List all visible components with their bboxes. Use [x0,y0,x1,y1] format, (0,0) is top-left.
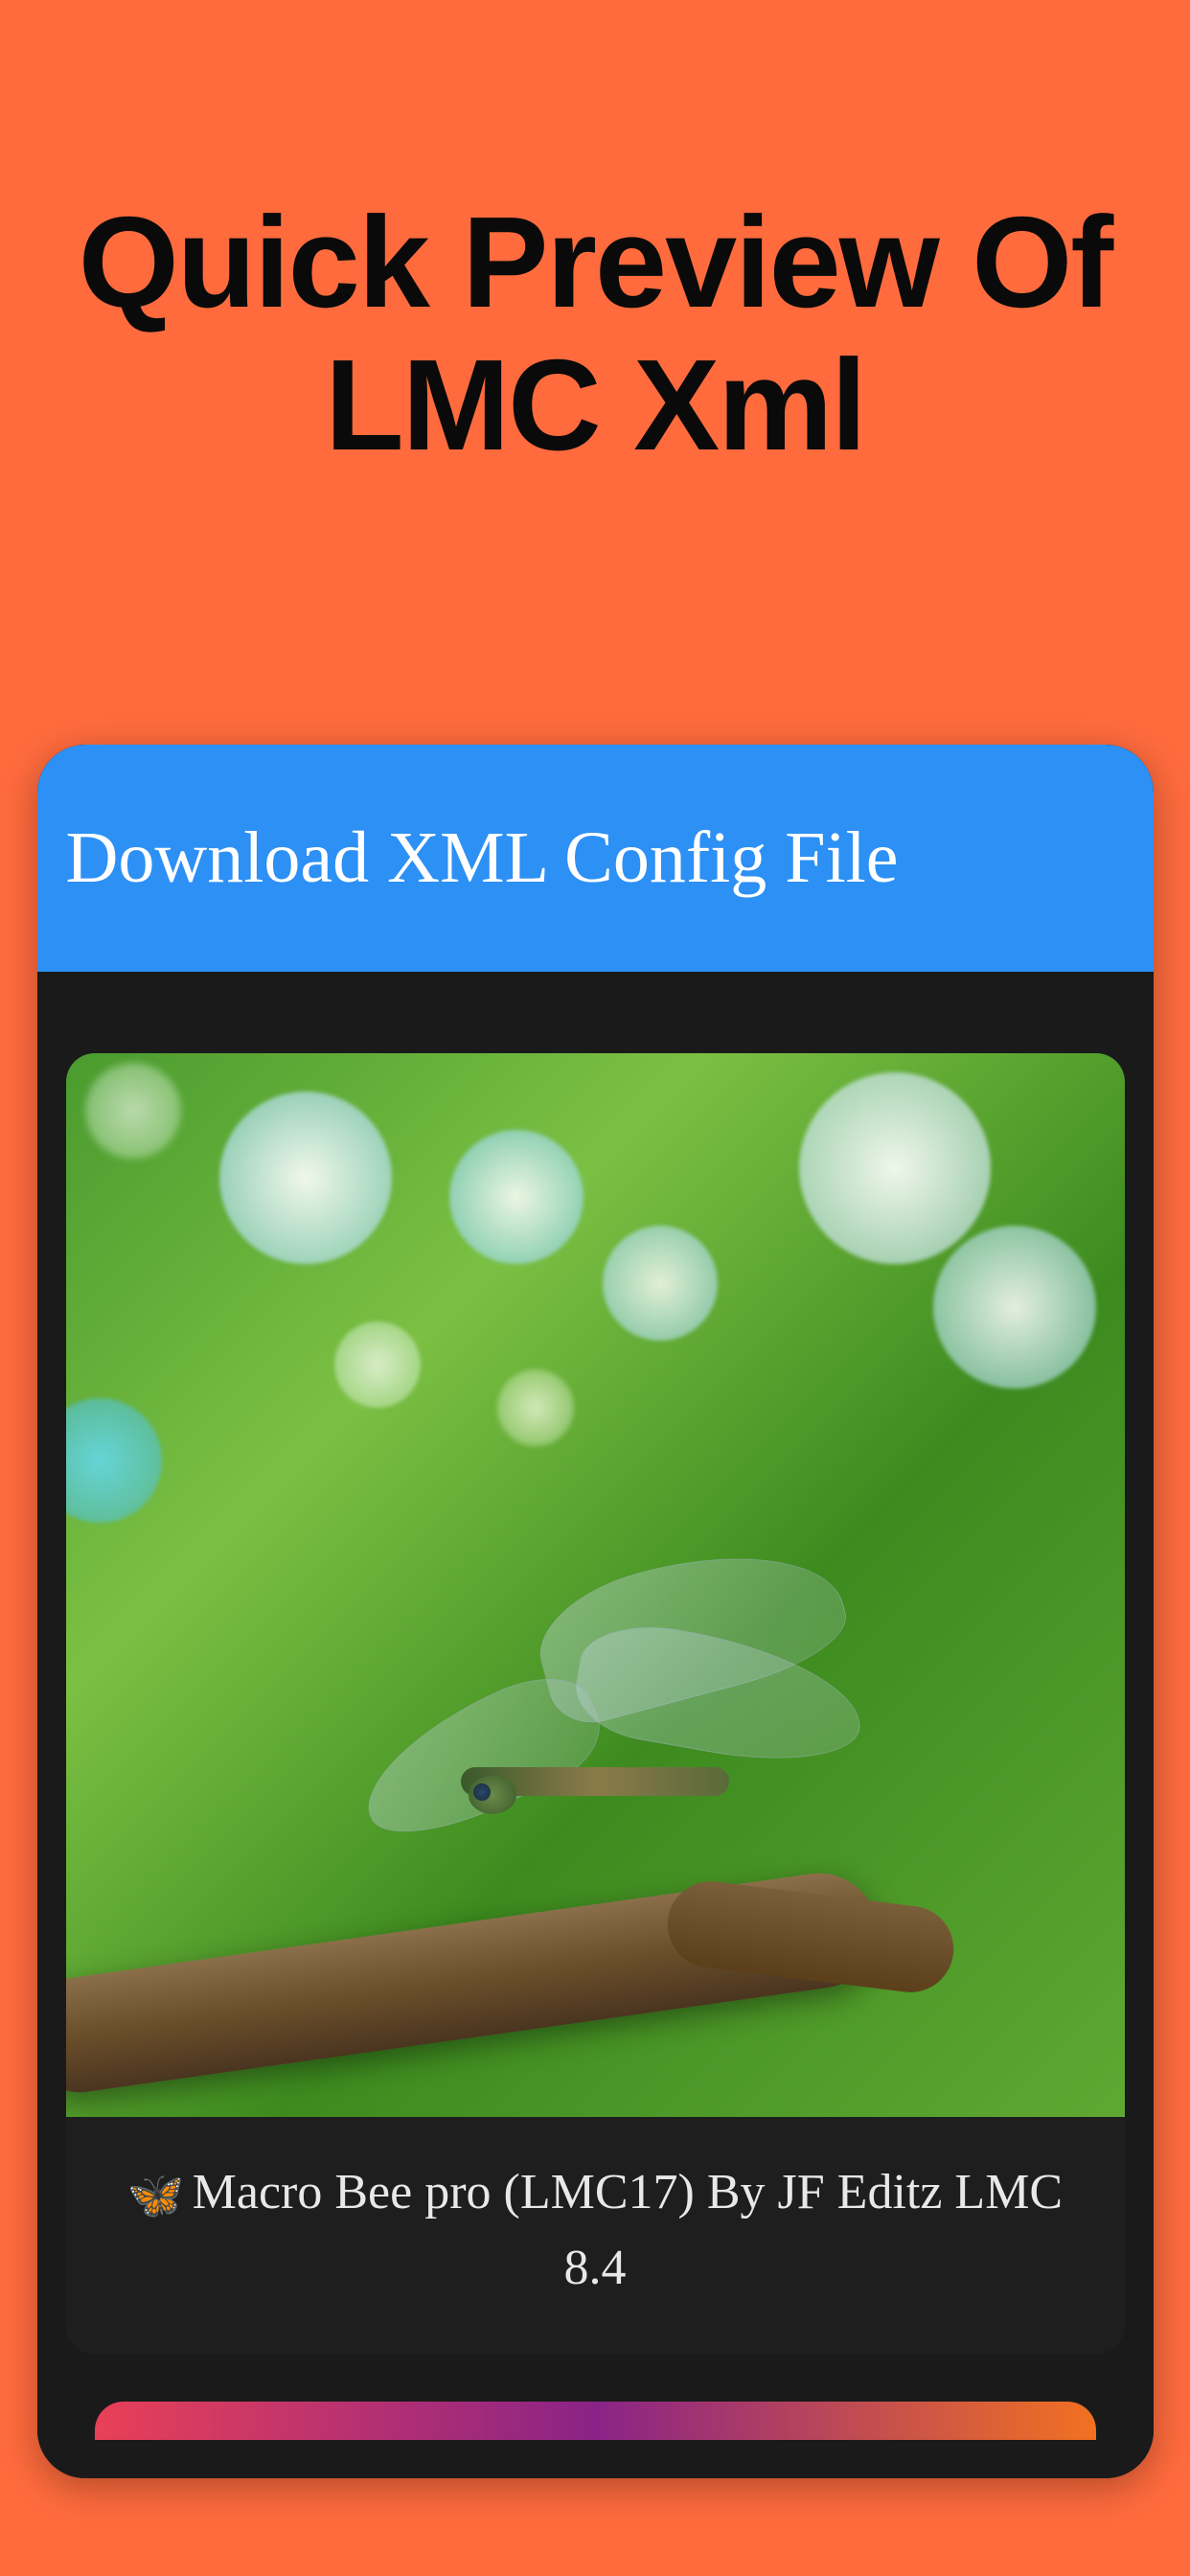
bokeh-circle [219,1092,392,1264]
dragonfly-eye [473,1783,491,1801]
item-caption-text: Macro Bee pro (LMC17) By JF Editz LMC 8.… [193,2165,1063,2295]
bokeh-circle [933,1226,1096,1389]
bokeh-circle [66,1398,162,1523]
content-area: 🦋Macro Bee pro (LMC17) By JF Editz LMC 8… [37,972,1154,2478]
wing-shape [345,1657,615,1858]
bokeh-circle [85,1063,181,1159]
dragonfly-shape [308,1580,882,1868]
preview-image [66,1053,1125,2117]
phone-preview-card: Download XML Config File [37,745,1154,2478]
bokeh-circle [334,1322,421,1408]
bokeh-circle [603,1226,718,1341]
dragonfly-head [469,1776,516,1814]
bokeh-circle [799,1072,991,1264]
item-caption: 🦋Macro Bee pro (LMC17) By JF Editz LMC 8… [66,2117,1125,2354]
page-title: Quick Preview Of LMC Xml [0,0,1190,476]
bokeh-circle [497,1369,574,1446]
bokeh-circle [449,1130,584,1264]
app-header-title: Download XML Config File [66,817,899,898]
next-item-peek[interactable] [95,2402,1096,2440]
app-header: Download XML Config File [37,745,1154,972]
config-item-card[interactable]: 🦋Macro Bee pro (LMC17) By JF Editz LMC 8… [66,1053,1125,2354]
branch-shape [66,1866,884,2100]
butterfly-icon: 🦋 [127,2162,185,2231]
